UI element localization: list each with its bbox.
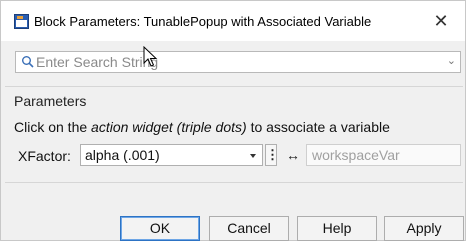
dialog-title: Block Parameters: TunablePopup with Asso…	[34, 14, 372, 29]
apply-button[interactable]: Apply	[384, 216, 464, 241]
search-input[interactable]	[36, 53, 436, 71]
ok-button[interactable]: OK	[120, 216, 200, 241]
search-icon	[22, 56, 34, 68]
help-button[interactable]: Help	[297, 216, 377, 241]
vertical-ellipsis-icon: ⋮	[266, 147, 279, 162]
mouse-cursor-icon	[143, 46, 158, 67]
close-button[interactable]: ✕	[429, 9, 453, 33]
cancel-button[interactable]: Cancel	[209, 216, 289, 241]
search-box[interactable]: ⌄	[15, 51, 461, 73]
workspace-variable-field[interactable]: workspaceVar	[306, 144, 461, 166]
block-parameters-dialog: Block Parameters: TunablePopup with Asso…	[0, 0, 466, 241]
dropdown-arrow-icon	[250, 154, 256, 158]
link-arrow-icon: ↔	[286, 147, 300, 163]
xfactor-label: XFactor:	[18, 148, 71, 164]
workspace-variable-text: workspaceVar	[312, 147, 400, 163]
simulink-block-icon	[14, 14, 29, 29]
action-widget-button[interactable]: ⋮	[265, 144, 279, 166]
close-icon: ✕	[433, 11, 449, 31]
parameters-heading: Parameters	[14, 93, 87, 109]
instruction-text-emphasis: action widget (triple dots)	[91, 119, 247, 135]
xfactor-selected-value: alpha (.001)	[85, 147, 160, 163]
instruction-text: Click on the action widget (triple dots)…	[14, 119, 390, 135]
instruction-text-part2: to associate a variable	[246, 119, 390, 135]
instruction-text-part1: Click on the	[14, 119, 92, 135]
title-bar: Block Parameters: TunablePopup with Asso…	[1, 1, 465, 41]
chevron-down-icon[interactable]: ⌄	[447, 54, 456, 67]
xfactor-dropdown[interactable]: alpha (.001)	[80, 144, 263, 166]
